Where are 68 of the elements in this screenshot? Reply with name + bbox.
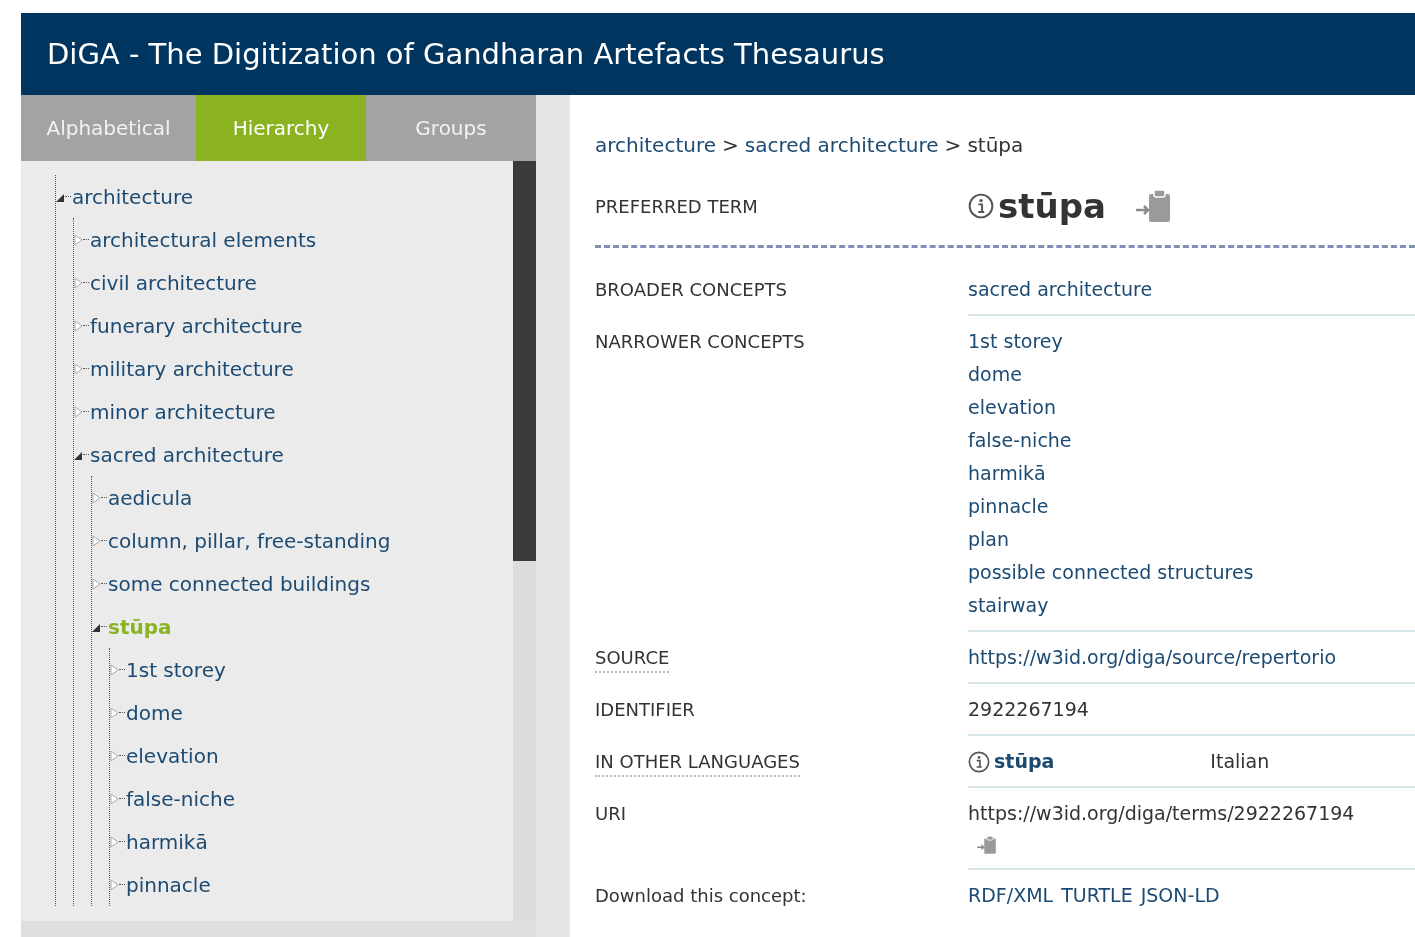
- collapsed-triangle-icon[interactable]: [74, 276, 83, 289]
- breadcrumb-link[interactable]: sacred architecture: [744, 133, 939, 157]
- field-label: NARROWER CONCEPTS: [595, 331, 805, 352]
- tree-item[interactable]: some connected buildings: [108, 571, 371, 596]
- breadcrumb-current: stūpa: [967, 133, 1024, 157]
- concept-link[interactable]: elevation: [968, 391, 1415, 424]
- concept-link[interactable]: dome: [968, 358, 1415, 391]
- field-label: Download this concept:: [595, 885, 807, 906]
- concept-link[interactable]: possible connected structures: [968, 556, 1415, 589]
- concept-link[interactable]: pinnacle: [968, 490, 1415, 523]
- tree-item[interactable]: civil architecture: [90, 270, 257, 295]
- collapsed-triangle-icon[interactable]: [92, 534, 101, 547]
- field-label: IDENTIFIER: [595, 699, 695, 720]
- tree-item[interactable]: elevation: [126, 743, 219, 768]
- concept-link[interactable]: 1st storey: [968, 325, 1415, 358]
- download-link[interactable]: JSON-LD: [1140, 879, 1220, 912]
- collapsed-triangle-icon[interactable]: [110, 792, 119, 805]
- info-icon: [968, 750, 990, 773]
- tree-item[interactable]: minor architecture: [90, 399, 276, 424]
- tree-item[interactable]: architecture: [72, 184, 193, 209]
- field-label: URI: [595, 803, 626, 824]
- collapsed-triangle-icon[interactable]: [74, 319, 83, 332]
- identifier-value: 2922267194: [968, 697, 1090, 722]
- tree-item[interactable]: funerary architecture: [90, 313, 303, 338]
- site-title: DiGA - The Digitization of Gandharan Artefacts Thesaurus: [47, 37, 885, 71]
- tree-item[interactable]: pinnacle: [126, 872, 211, 897]
- collapsed-triangle-icon[interactable]: [92, 491, 101, 504]
- concept-link[interactable]: harmikā: [968, 457, 1415, 490]
- download-link[interactable]: TURTLE: [1061, 879, 1133, 912]
- tree-item[interactable]: military architecture: [90, 356, 294, 381]
- field-label: IN OTHER LANGUAGES: [595, 751, 800, 777]
- field-label: BROADER CONCEPTS: [595, 279, 787, 300]
- preferred-term: stūpa: [998, 186, 1106, 226]
- breadcrumb-separator: >: [722, 133, 739, 157]
- collapsed-triangle-icon[interactable]: [110, 835, 119, 848]
- breadcrumb-separator: >: [944, 133, 962, 157]
- info-icon: [968, 193, 994, 219]
- concept-link[interactable]: https://w3id.org/diga/source/repertorio: [968, 641, 1415, 674]
- translated-term: stūpa: [994, 749, 1055, 774]
- tree-item[interactable]: sacred architecture: [90, 442, 284, 467]
- tree-item[interactable]: column, pillar, free-standing: [108, 528, 391, 553]
- download-link[interactable]: RDF/XML: [968, 879, 1054, 912]
- collapsed-triangle-icon[interactable]: [74, 362, 83, 375]
- collapsed-triangle-icon[interactable]: [110, 749, 119, 762]
- scrollbar[interactable]: [513, 161, 536, 921]
- field-label: PREFERRED TERM: [595, 195, 758, 217]
- tree-item[interactable]: aedicula: [108, 485, 193, 510]
- collapsed-triangle-icon[interactable]: [110, 878, 119, 891]
- collapsed-triangle-icon[interactable]: [74, 405, 83, 418]
- copy-icon[interactable]: [976, 834, 998, 856]
- tree-item[interactable]: false-niche: [126, 786, 235, 811]
- concept-link[interactable]: sacred architecture: [968, 273, 1415, 306]
- concept-link[interactable]: stairway: [968, 589, 1415, 622]
- horizontal-scrollbar[interactable]: [21, 921, 536, 937]
- uri-value: https://w3id.org/diga/terms/2922267194: [968, 801, 1356, 826]
- collapsed-triangle-icon[interactable]: [74, 233, 83, 246]
- tree-item[interactable]: dome: [126, 700, 183, 725]
- collapsed-triangle-icon[interactable]: [110, 663, 119, 676]
- tree-item[interactable]: architectural elements: [90, 227, 317, 252]
- tree-item[interactable]: 1st storey: [126, 657, 226, 682]
- concept-link[interactable]: false-niche: [968, 424, 1415, 457]
- concept-link[interactable]: plan: [968, 523, 1415, 556]
- tree-item[interactable]: harmikā: [126, 829, 208, 854]
- collapsed-triangle-icon[interactable]: [92, 577, 101, 590]
- field-label: SOURCE: [595, 647, 670, 673]
- breadcrumb-link[interactable]: architecture: [595, 133, 716, 157]
- collapsed-triangle-icon[interactable]: [110, 706, 119, 719]
- language-name: Italian: [1210, 749, 1270, 774]
